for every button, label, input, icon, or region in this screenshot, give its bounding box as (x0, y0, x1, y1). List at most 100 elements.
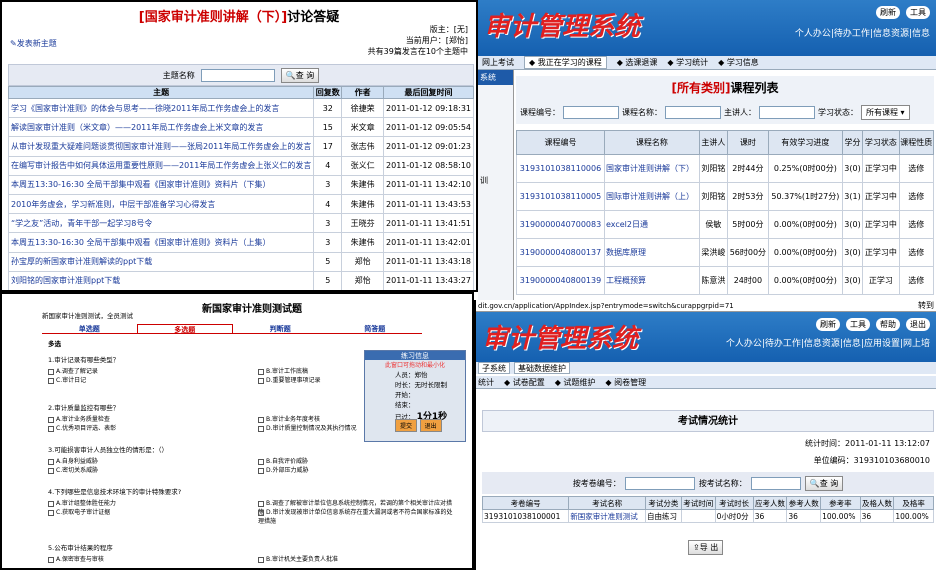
course-code[interactable]: 3190000040700083 (516, 210, 605, 239)
export-button[interactable]: ⇪导 出 (688, 540, 724, 555)
checkbox-icon[interactable] (48, 368, 54, 375)
tab-base-data[interactable]: 基础数据维护 (514, 362, 570, 374)
refresh-button-2[interactable]: 刷新 (816, 318, 840, 331)
checkbox-icon[interactable] (48, 500, 54, 507)
checkbox-icon[interactable] (258, 509, 264, 516)
side-nav-title[interactable]: 系统 (478, 70, 513, 85)
option-checkbox[interactable]: B.审计机关主要负责人批准 (258, 554, 458, 563)
checkbox-icon[interactable] (258, 416, 264, 423)
option-checkbox[interactable]: A.审计组整体胜任能力 (48, 498, 248, 507)
checkbox-icon[interactable] (48, 425, 54, 432)
checkbox-icon[interactable] (258, 377, 264, 384)
tab-paper-config[interactable]: ◆ 试卷配置 (504, 377, 545, 388)
course-code[interactable]: 3193101038110005 (516, 182, 605, 211)
top-menu-2[interactable]: 个人办公|待办工作|信息资源|信息|应用设置|网上培 (726, 336, 930, 349)
option-checkbox[interactable]: A.调查了解记录 (48, 366, 248, 375)
tab-study-info[interactable]: ◆ 学习信息 (718, 57, 759, 68)
course-code[interactable]: 3193101038110006 (516, 154, 605, 183)
tab-online-exam[interactable]: 网上考试 (482, 57, 514, 68)
option-checkbox[interactable]: A.自身利益威胁 (48, 456, 248, 465)
forum-title: [国家审计准则讲解（下）]讨论答疑 (138, 10, 340, 25)
exam-name-input[interactable] (750, 476, 801, 490)
refresh-button[interactable]: 刷新 (876, 6, 900, 19)
stats-col-header: 考试分类 (644, 496, 682, 510)
course-name-input[interactable] (665, 105, 721, 119)
topic-link[interactable]: 2010年务虚会，学习新准则，中层干部准备学习心得发言 (7, 193, 315, 215)
course-code[interactable]: 3190000040800137 (516, 238, 605, 267)
tab-select-course[interactable]: ◆ 选课退课 (617, 57, 658, 68)
checkbox-icon[interactable] (258, 467, 264, 474)
status-select[interactable]: 所有课程 ▾ (861, 104, 910, 120)
option-checkbox[interactable]: B.自我评价威胁 (258, 456, 458, 465)
table-cell: 刘阳铭 (698, 182, 728, 211)
checkbox-icon[interactable] (258, 425, 264, 432)
checkbox-icon[interactable] (48, 458, 54, 465)
checkbox-icon[interactable] (258, 556, 264, 563)
tab-single[interactable]: 单选题 (42, 324, 137, 333)
checkbox-icon[interactable] (258, 368, 264, 375)
course-name-link[interactable]: excel2日通 (603, 210, 700, 239)
go-button[interactable]: 转到 (918, 300, 934, 312)
table-row: “学之友”活动，青年干部一起学习8号令 3 王晓芬 2011-01-11 13:41:… (7, 213, 474, 234)
topic-link[interactable]: 学习《国家审计准则》的体会与思考——徐晓2011年局工作务虚会上的发言 (7, 97, 315, 119)
tab-my-courses[interactable]: ◆ 我正在学习的课程 (524, 56, 607, 69)
tab-subsystem[interactable]: 子系统 (478, 362, 510, 374)
tab-stats[interactable]: 统计 (478, 377, 494, 388)
help-button[interactable]: 帮助 (876, 318, 900, 331)
logout-button[interactable]: 退出 (906, 318, 930, 331)
topic-link[interactable]: 本周五13:30-16:30 全局干部集中观看《国家审计准则》资料片（上集） (7, 232, 315, 253)
checkbox-icon[interactable] (48, 556, 54, 563)
course-code[interactable]: 3190000040800139 (516, 266, 605, 295)
tab-grading[interactable]: ◆ 阅卷管理 (605, 377, 646, 388)
option-checkbox[interactable]: A.审计业务质量检查 (48, 414, 248, 423)
course-name-link[interactable]: 国际审计准则讲解（上） (603, 182, 700, 211)
topic-link[interactable]: 孙宝厚的新国家审计准则解读的ppt下载 (7, 251, 315, 272)
option-checkbox[interactable]: C.获取电子审计证据 (48, 507, 248, 516)
course-name-link[interactable]: 国家审计准则讲解（下） (603, 154, 700, 183)
checkbox-icon[interactable] (48, 509, 54, 516)
tab-question-maint[interactable]: ◆ 试题维护 (555, 377, 596, 388)
table-cell: 选修 (898, 266, 935, 295)
table-cell: 3(0) (841, 210, 864, 239)
submit-button[interactable]: 提交 (395, 419, 418, 432)
topic-link[interactable]: 从审计发现重大疑难问题谈贯彻国家审计准则——张局2011年局工作务虚会上的发言 (7, 136, 315, 157)
course-name-link[interactable]: 数据库原理 (603, 238, 700, 267)
checkbox-icon[interactable] (48, 377, 54, 384)
tab-short-answer[interactable]: 简答题 (328, 324, 423, 333)
topic-link[interactable]: 本周五13:30-16:30 全局干部集中观看《国家审计准则》资料片（下集） (7, 174, 315, 195)
address-bar[interactable]: dit.gov.cn/application/AppIndex.jsp?entr… (476, 300, 936, 312)
topic-link[interactable]: 在编写审计报告中如何具体运用重要性原则——2011年局工作务虚会上张义仁的发言 (7, 155, 315, 176)
exit-button[interactable]: 退出 (419, 419, 442, 432)
option-checkbox[interactable]: C.密切关系威胁 (48, 465, 248, 474)
topic-link[interactable]: 解读国家审计准则（米文章）——2011年局工作务虚会上米文章的发言 (7, 117, 315, 138)
tab-multi[interactable]: 多选题 (136, 324, 233, 334)
option-checkbox[interactable]: D.审计发现被审计单位信息系统存在重大漏洞或者不符合国家标准的处理措施 (258, 507, 458, 525)
topic-link[interactable]: “学之友”活动，青年干部一起学习8号令 (7, 213, 315, 234)
option-checkbox[interactable]: C.审计日记 (48, 375, 248, 384)
checkbox-icon[interactable] (48, 416, 54, 423)
option-checkbox[interactable]: A.保密审查与审核 (48, 554, 248, 563)
exam-name-link[interactable]: 新国家审计准则测试 (568, 509, 646, 523)
checkbox-icon[interactable] (48, 467, 54, 474)
lecturer-input[interactable] (759, 105, 815, 119)
tools-button[interactable]: 工具 (906, 6, 930, 19)
forum-search-button[interactable]: 🔍查 询 (280, 67, 320, 83)
top-menu[interactable]: 个人办公|待办工作|信息资源|信息 (795, 26, 930, 39)
checkbox-icon[interactable] (258, 458, 264, 465)
tools-button-2[interactable]: 工具 (846, 318, 870, 331)
option-checkbox[interactable]: D.外部压力威胁 (258, 465, 458, 474)
table-cell: 2011-01-12 08:58:10 (383, 155, 474, 176)
checkbox-icon[interactable] (258, 500, 264, 507)
course-name-link[interactable]: 工程概预算 (603, 266, 700, 295)
tab-study-stats[interactable]: ◆ 学习统计 (667, 57, 708, 68)
paper-code-input[interactable] (624, 476, 695, 490)
stats-search-button[interactable]: 🔍查 询 (804, 475, 844, 491)
practice-info-popup[interactable]: 练习信息 此窗口可拖动和最小化 人员：郑怡 时长：无时长限制 开始： 结束： 已… (364, 350, 466, 442)
table-cell: 0.00%(0时00分) (767, 238, 843, 267)
topic-search-input[interactable] (200, 68, 275, 82)
course-code-input[interactable] (563, 105, 619, 119)
topic-link[interactable]: 刘阳铭的国家审计准则ppt下载 (7, 270, 315, 290)
option-checkbox[interactable]: C.优秀项目评选、表彰 (48, 423, 248, 432)
post-new-topic-link[interactable]: ✎发表新主题 (10, 38, 57, 49)
tab-judge[interactable]: 判断题 (233, 324, 328, 333)
